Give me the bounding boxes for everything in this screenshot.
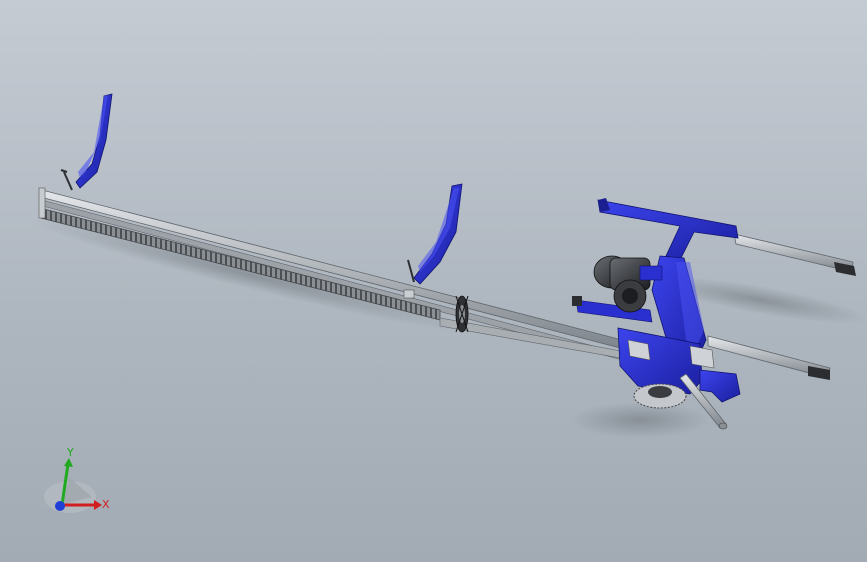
shaft-sprocket[interactable] xyxy=(455,295,469,333)
y-axis-label: Y xyxy=(66,446,74,459)
main-rail-assembly[interactable] xyxy=(38,187,633,363)
middle-support-bracket[interactable] xyxy=(403,183,463,299)
orientation-triad[interactable]: Y X xyxy=(44,446,110,513)
rail-end-cap xyxy=(38,187,46,219)
sawmill-model-view[interactable]: Y X xyxy=(0,0,867,562)
z-axis-dot xyxy=(55,501,65,511)
cad-viewport[interactable]: Y X xyxy=(0,0,867,562)
saw-blade[interactable] xyxy=(633,383,687,409)
top-rail xyxy=(41,189,631,351)
x-axis-label: X xyxy=(102,498,110,511)
toothed-rack xyxy=(39,207,441,321)
left-support-bracket[interactable] xyxy=(60,93,113,191)
